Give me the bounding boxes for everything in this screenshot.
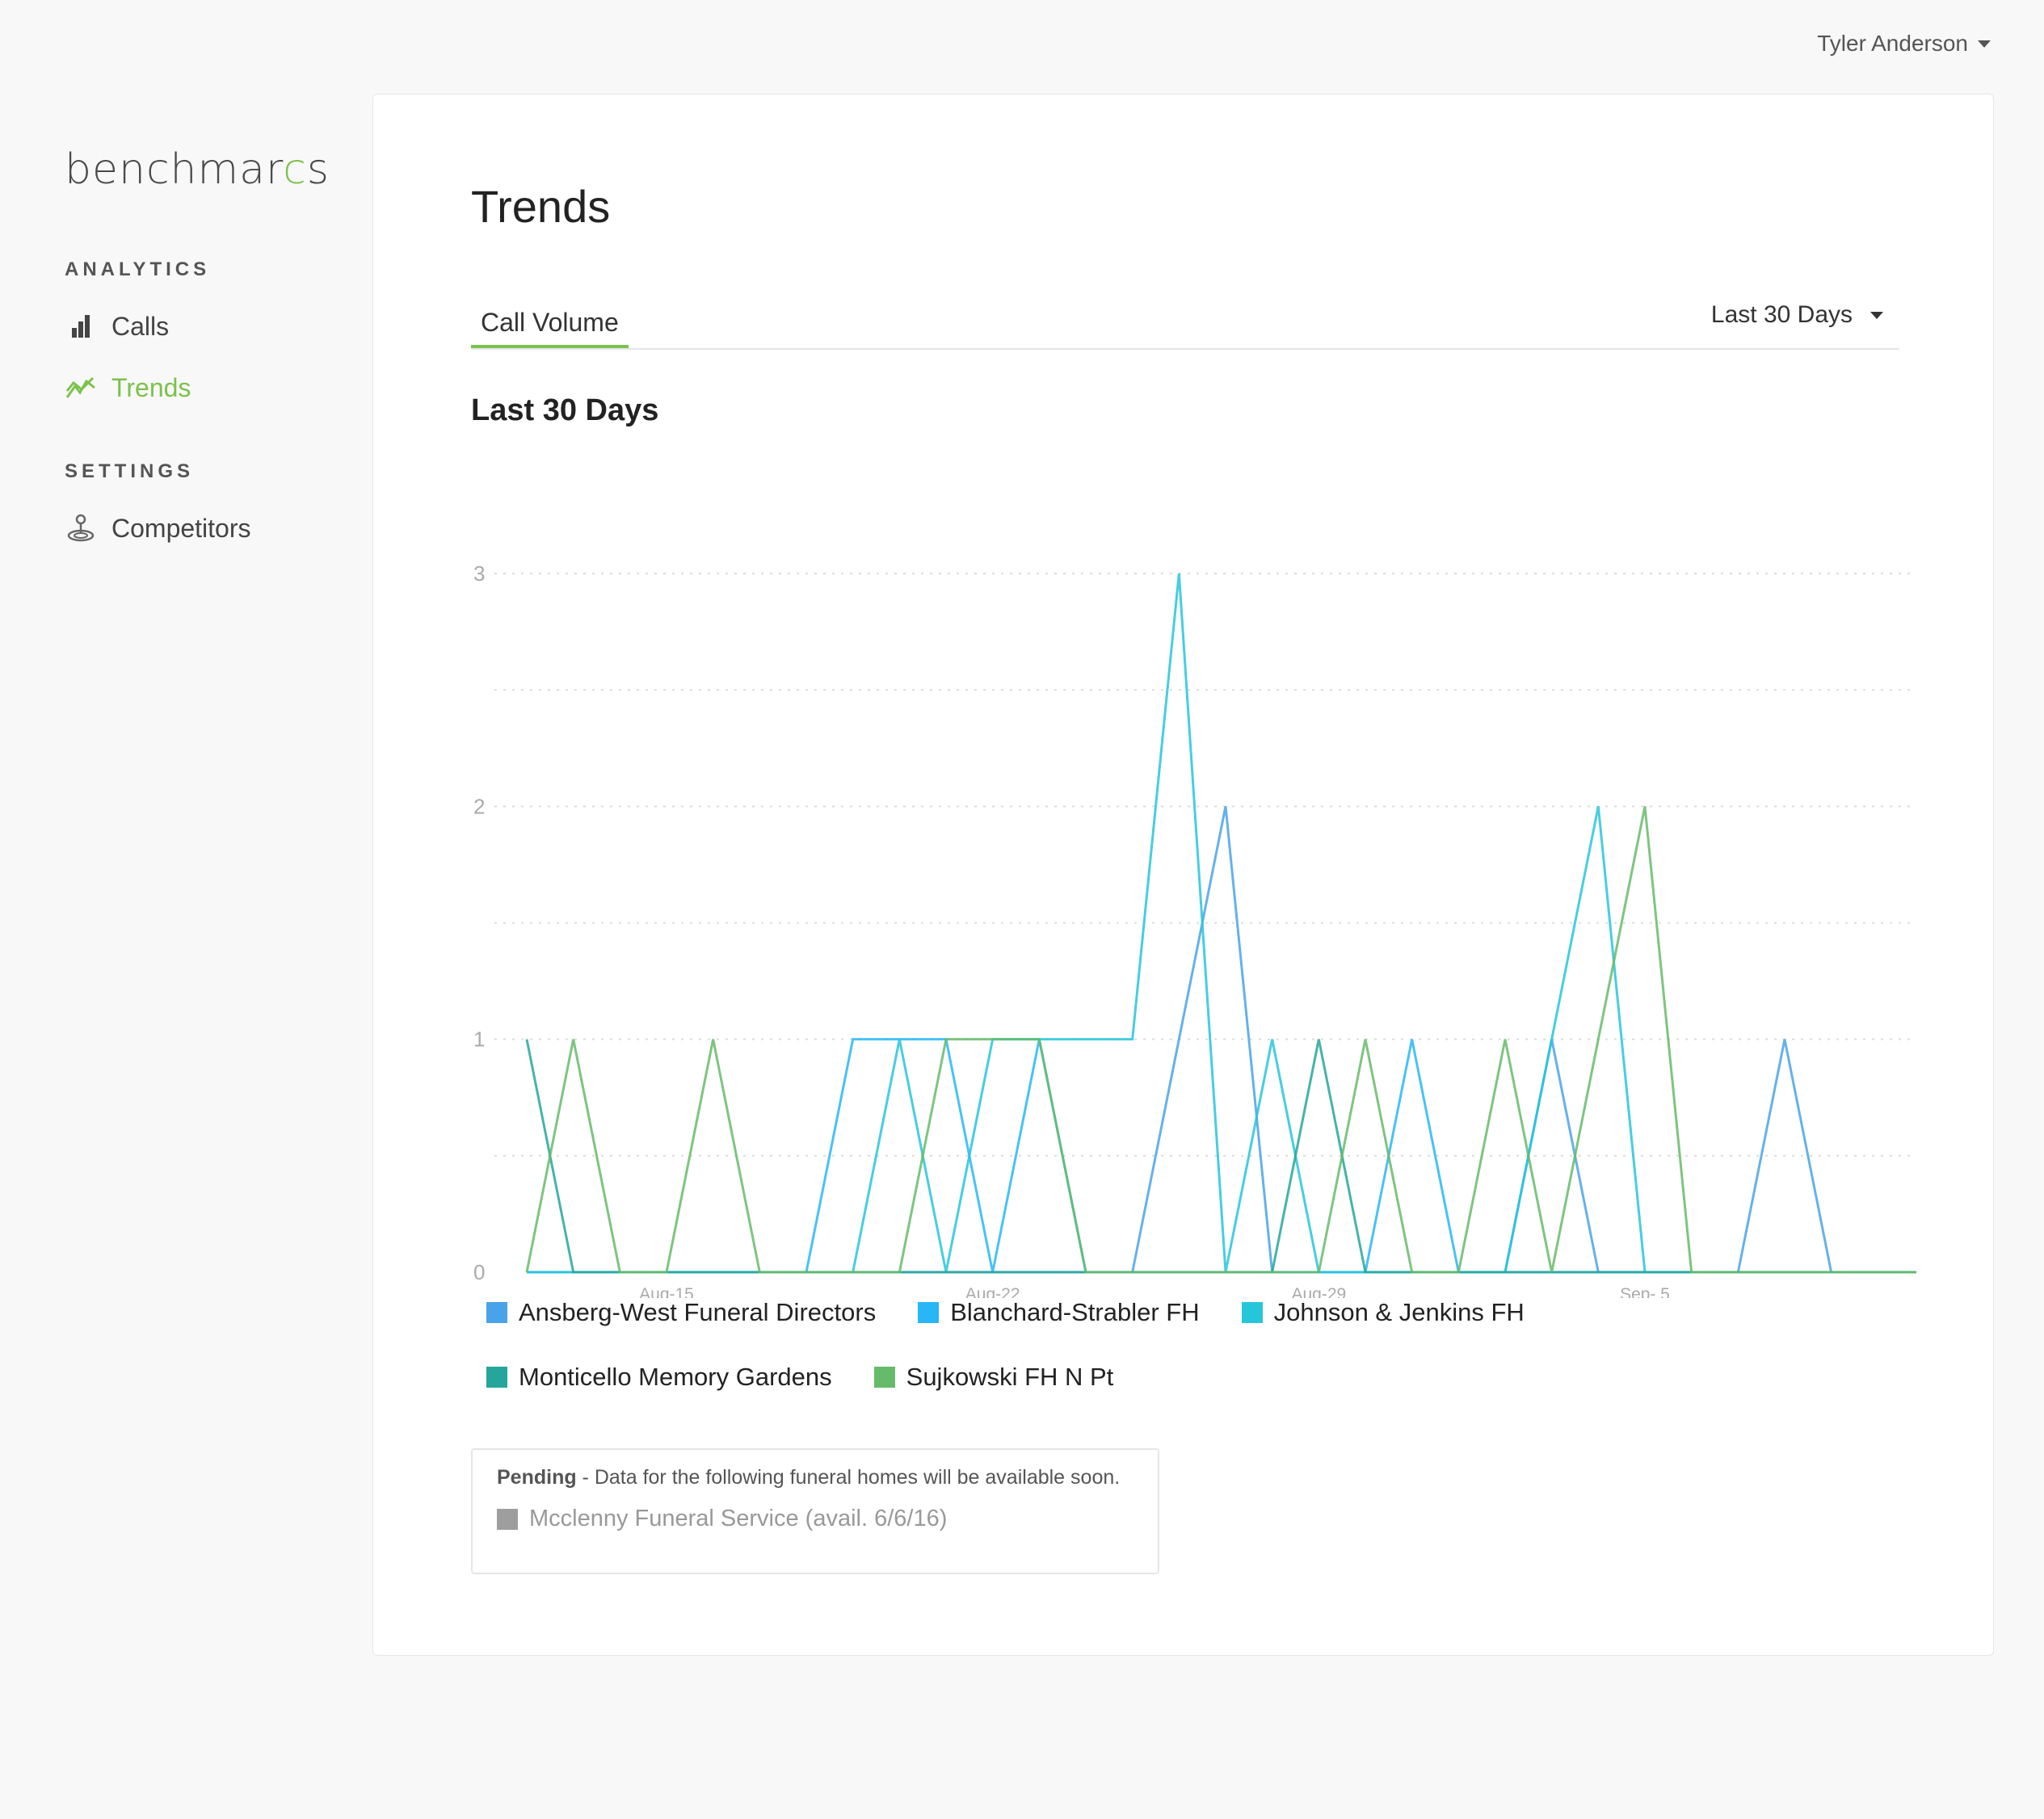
legend-item-johnson-jenkins[interactable]: Johnson & Jenkins FH [1241,1298,1525,1327]
bar-chart-icon [65,310,97,342]
y-tick-label: 0 [473,1260,485,1284]
logo-text-accent: c [283,145,307,194]
legend-item-blanchard-strabler[interactable]: Blanchard-Strabler FH [918,1298,1200,1327]
pending-message: Pending - Data for the following funeral… [497,1466,1133,1489]
y-tick-label: 3 [473,561,485,586]
legend-swatch [918,1302,940,1323]
sidebar: benchmarcs ANALYTICS Calls Trends SETTIN… [65,145,355,544]
sidebar-item-calls[interactable]: Calls [65,310,355,342]
trend-line-icon [65,372,97,404]
caret-down-icon [1870,311,1883,319]
tab-call-volume[interactable]: Call Volume [471,296,629,348]
legend-swatch [486,1302,507,1323]
legend-label: Blanchard-Strabler FH [950,1298,1200,1326]
range-select[interactable]: Last 30 Days [1711,301,1883,329]
pending-notice: Pending - Data for the following funeral… [471,1448,1159,1574]
user-name: Tyler Anderson [1817,31,1968,56]
legend-swatch [486,1367,507,1388]
brand-logo[interactable]: benchmarcs [65,145,355,194]
legend-swatch [873,1367,895,1388]
map-pin-icon [65,512,97,544]
x-tick-label: Aug-29 [1291,1285,1346,1298]
pending-text: - Data for the following funeral homes w… [576,1466,1121,1489]
logo-text-end: s [306,145,330,194]
sidebar-item-label: Competitors [111,513,251,543]
pending-item: Mcclenny Funeral Service (avail. 6/6/16) [497,1506,1133,1532]
x-tick-label: Aug-15 [639,1285,694,1298]
legend-swatch [1241,1302,1263,1323]
line-chart: 0 1 2 3 Aug-15 Aug-22 Aug-29 Sep- 5 [473,561,1916,1298]
legend-item-ansberg-west[interactable]: Ansberg-West Funeral Directors [486,1298,876,1327]
pending-label: Pending [497,1466,577,1489]
legend-label: Monticello Memory Gardens [519,1363,832,1391]
chart-legend: Ansberg-West Funeral Directors Blanchard… [486,1298,1908,1392]
tab-bar: Call Volume Last 30 Days [471,296,1899,350]
legend-label: Ansberg-West Funeral Directors [519,1298,877,1326]
y-tick-label: 1 [473,1027,485,1052]
legend-label: Sujkowski FH N Pt [906,1363,1114,1391]
sidebar-item-label: Trends [111,372,191,402]
nav-section-settings: SETTINGS [65,460,195,482]
x-tick-label: Sep- 5 [1620,1285,1670,1298]
sidebar-item-label: Calls [111,311,170,341]
pending-swatch [497,1508,518,1530]
logo-text-start: benchmar [65,145,284,194]
sidebar-item-trends[interactable]: Trends [65,372,355,404]
range-select-value: Last 30 Days [1710,301,1853,328]
user-menu[interactable]: Tyler Anderson [1817,31,1991,57]
page-title: Trends [471,181,611,232]
main-card: Trends Call Volume Last 30 Days Last 30 … [372,94,1994,1656]
legend-item-sujkowski[interactable]: Sujkowski FH N Pt [873,1363,1114,1392]
legend-item-monticello[interactable]: Monticello Memory Gardens [486,1363,832,1392]
nav-section-analytics: ANALYTICS [65,258,211,280]
pending-item-label: Mcclenny Funeral Service (avail. 6/6/16) [529,1506,948,1531]
y-tick-label: 2 [473,794,485,818]
caret-down-icon [1978,40,1991,48]
chart-title: Last 30 Days [471,393,659,427]
legend-label: Johnson & Jenkins FH [1273,1298,1525,1326]
x-tick-label: Aug-22 [965,1285,1020,1298]
sidebar-item-competitors[interactable]: Competitors [65,512,355,544]
